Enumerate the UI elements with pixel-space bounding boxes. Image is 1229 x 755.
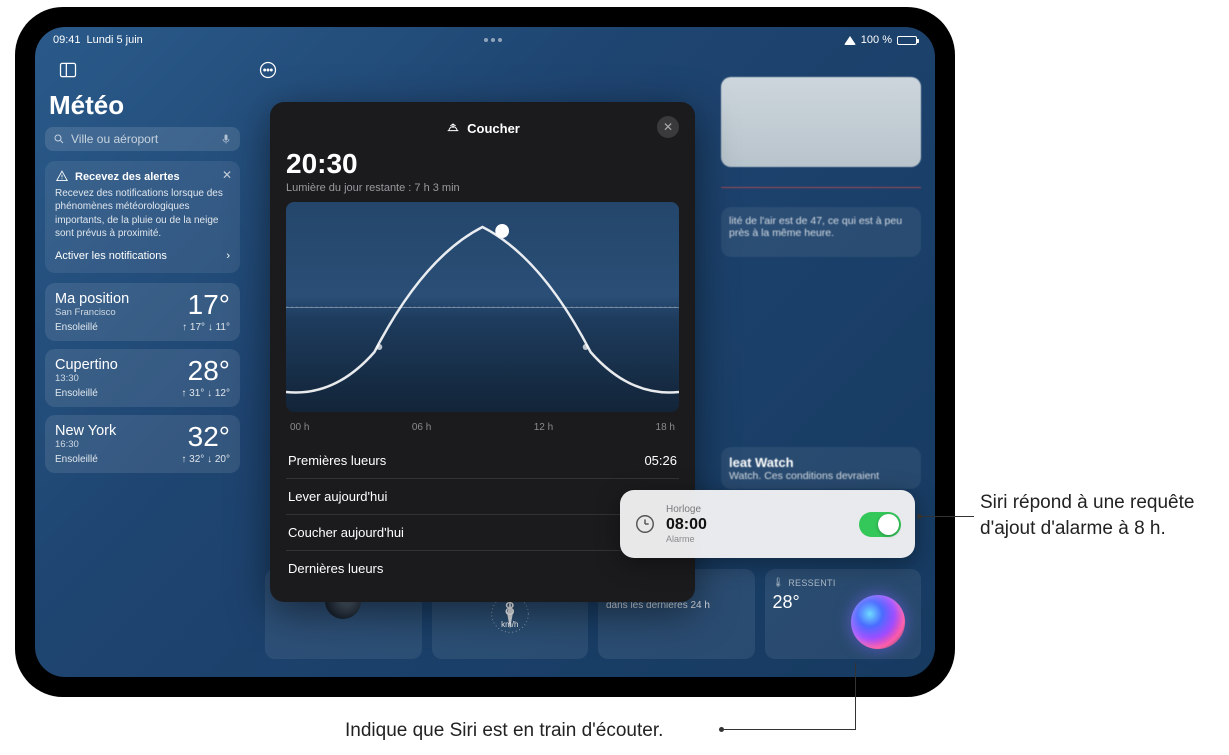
umbrella-alert-icon [55,170,69,184]
chevron-right-icon: › [226,249,230,264]
city-name: Ma position [55,291,129,307]
ipad-frame: 09:41 Lundi 5 juin 100 % Météo [15,7,955,697]
city-hilo: ↑ 31° ↓ 12° [181,388,230,399]
alert-body: Recevez des notifications lorsque des ph… [55,188,223,240]
city-condition: Ensoleillé [55,454,98,465]
city-sub: 16:30 [55,439,116,450]
aqi-text: lité de l'air est de 47, ce qui est à pe… [729,215,913,239]
close-icon[interactable]: ✕ [222,167,232,183]
siri-response-card[interactable]: Horloge 08:00 Alarme [620,490,915,558]
heat-watch-sub: Watch. Ces conditions devraient [729,470,913,482]
close-button[interactable]: ✕ [657,116,679,138]
daylight-remaining: Lumière du jour restante : 7 h 3 min [286,182,679,194]
horizon-line [286,307,679,308]
alert-title: Recevez des alertes [75,170,180,185]
siri-app-label: Horloge [666,504,849,515]
sun-time-row[interactable]: Premières lueurs 05:26 [286,443,679,478]
map-thumbnail[interactable] [721,77,921,167]
city-sub: 13:30 [55,373,118,384]
app-title: Météo [45,90,240,121]
sun-altitude-chart[interactable] [286,202,679,412]
more-icon[interactable] [253,57,283,83]
sun-row-value: 05:26 [644,453,677,468]
city-hilo: ↑ 32° ↓ 20° [181,454,230,465]
alert-cta[interactable]: Activer les notifications › [55,249,230,264]
city-temp: 28° [188,357,230,385]
clock-icon [634,513,656,535]
multitask-indicator[interactable] [484,38,502,42]
sun-time-row[interactable]: Dernières lueurs [286,550,679,586]
callout-line [720,729,855,730]
chart-x-axis: 00 h 06 h 12 h 18 h [286,418,679,443]
alert-card[interactable]: ✕ Recevez des alertes Recevez des notifi… [45,161,240,273]
callout-alarm: Siri répond à une requête d'ajout d'alar… [980,490,1210,541]
alarm-time: 08:00 [666,516,849,534]
alarm-label: Alarme [666,534,849,544]
city-name: New York [55,423,116,439]
callout-line-vertical [855,663,856,730]
wifi-icon [844,36,856,45]
heat-watch-title: leat Watch [729,455,913,470]
city-card[interactable]: Ma position San Francisco 17° Ensoleillé… [45,283,240,341]
city-hilo: ↑ 17° ↓ 11° [182,322,230,333]
city-card[interactable]: New York 16:30 32° Ensoleillé ↑ 32° ↓ 20… [45,415,240,473]
search-input[interactable]: Ville ou aéroport [45,127,240,151]
city-sub: San Francisco [55,307,129,318]
sunset-icon [445,120,461,136]
sunset-time: 20:30 [286,148,679,180]
mic-icon[interactable] [220,133,232,145]
screen: 09:41 Lundi 5 juin 100 % Météo [35,27,935,677]
wind-value: 8 [501,599,518,620]
callout-line [918,516,974,517]
wind-unit: km/h [501,620,518,629]
sidebar: Météo Ville ou aéroport ✕ Recevez des al… [35,82,250,489]
status-time: 09:41 [53,34,81,46]
status-bar: 09:41 Lundi 5 juin 100 % [35,27,935,49]
battery-icon [897,36,917,45]
city-condition: Ensoleillé [55,388,98,399]
city-name: Cupertino [55,357,118,373]
city-card[interactable]: Cupertino 13:30 28° Ensoleillé ↑ 31° ↓ 1… [45,349,240,407]
battery-pct: 100 % [861,34,892,46]
divider [721,187,921,188]
panel-title-text: Coucher [467,121,520,136]
city-condition: Ensoleillé [55,322,98,333]
status-date: Lundi 5 juin [87,34,143,46]
city-temp: 32° [188,423,230,451]
city-temp: 17° [188,291,230,319]
sun-marker [495,224,509,238]
sun-row-label: Coucher aujourd'hui [288,525,404,540]
sun-row-label: Dernières lueurs [288,561,383,576]
sun-row-label: Premières lueurs [288,453,386,468]
sidebar-toggle-icon[interactable] [53,57,83,83]
callout-siri-listening: Indique que Siri est en train d'écouter. [345,718,663,744]
sun-row-label: Lever aujourd'hui [288,489,387,504]
siri-orb[interactable] [851,595,905,649]
thermometer-icon: 🌡 [773,577,785,588]
search-icon [53,133,65,145]
search-placeholder: Ville ou aéroport [71,132,158,146]
alarm-toggle[interactable] [859,512,901,537]
